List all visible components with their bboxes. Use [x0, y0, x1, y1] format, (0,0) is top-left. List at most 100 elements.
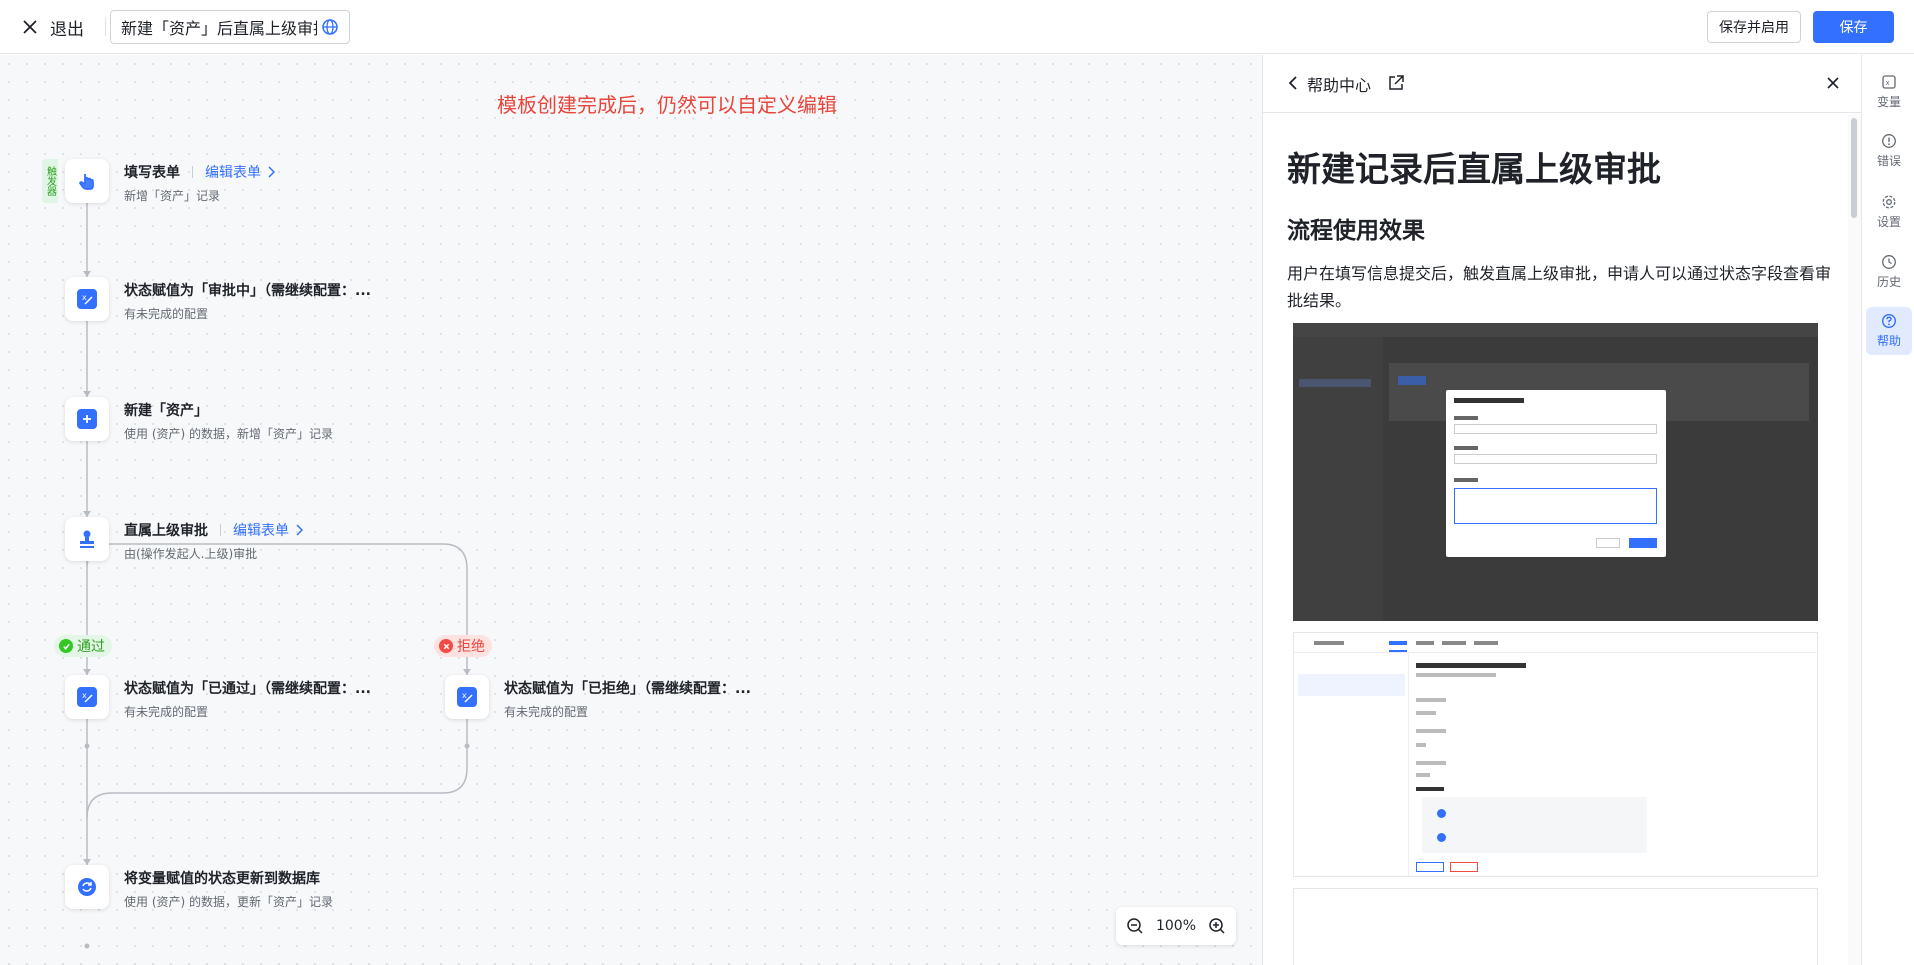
help-subheading: 流程使用效果 — [1287, 218, 1425, 244]
zoom-controls: 100% — [1116, 907, 1236, 945]
rail-item-settings[interactable]: 设置 — [1866, 188, 1912, 236]
zoom-out-icon[interactable] — [1126, 917, 1144, 935]
node-title: 状态赋值为「已拒绝」（需继续配置：... — [504, 681, 751, 697]
node-subtitle: 有未完成的配置 — [124, 705, 209, 719]
svg-text:x: x — [1886, 79, 1890, 87]
template-annotation: 模板创建完成后，仍然可以自定义编辑 — [497, 93, 837, 117]
zoom-in-icon[interactable] — [1208, 917, 1226, 935]
edit-form-label: 编辑表单 — [233, 523, 289, 539]
rail-label: 错误 — [1876, 154, 1901, 168]
variable-assign-icon: x — [82, 293, 93, 305]
node-subtitle: 有未完成的配置 — [504, 705, 589, 719]
external-link-icon[interactable] — [1387, 74, 1405, 92]
node-subtitle: 由(操作发起人.上级)审批 — [124, 547, 258, 561]
help-panel: 帮助中心 新建记录后直属上级审批 流程使用效果 用户在填写信息提交后，触发直属上… — [1262, 55, 1862, 965]
branch-pass-label: 通过 — [77, 639, 105, 655]
gear-icon — [1882, 195, 1896, 209]
hand-pointer-icon — [78, 174, 94, 190]
node-icon-box — [65, 517, 109, 561]
node-subtitle: 使用 (资产) 的数据，更新「资产」记录 — [124, 895, 333, 909]
edit-form-link[interactable]: 编辑表单 — [205, 162, 275, 182]
refresh-icon — [78, 878, 96, 896]
variable-assign-icon: x — [462, 691, 473, 703]
node-subtitle: 使用 (资产) 的数据，新增「资产」记录 — [124, 427, 333, 441]
save-button[interactable]: 保存 — [1813, 11, 1894, 43]
edit-form-link[interactable]: 编辑表单 — [233, 520, 303, 540]
flow-node-manager-approval[interactable]: 直属上级审批 编辑表单 由(操作发起人.上级)审批 — [65, 517, 303, 562]
node-icon-box: x — [65, 277, 109, 321]
svg-text:x: x — [462, 691, 467, 700]
node-icon-box — [65, 159, 109, 203]
back-icon[interactable] — [1283, 73, 1303, 93]
right-rail: x 变量 错误 设置 历史 帮助 — [1861, 55, 1914, 965]
divider — [105, 18, 106, 36]
chevron-right-icon — [268, 166, 275, 178]
node-icon-box — [65, 397, 109, 441]
plus-icon — [83, 415, 91, 423]
trigger-tag: 触发器 — [42, 159, 58, 203]
flow-title-input[interactable]: 新建「资产」后直属上级审批 — [110, 10, 350, 44]
rail-label: 变量 — [1876, 95, 1901, 109]
flow-title-text: 新建「资产」后直属上级审批 — [121, 19, 317, 38]
help-paragraph: 用户在填写信息提交后，触发直属上级审批，申请人可以通过状态字段查看审批结果。 — [1287, 264, 1832, 310]
node-subtitle: 新增「资产」记录 — [124, 189, 221, 203]
globe-icon[interactable] — [321, 18, 339, 36]
clock-icon — [1882, 255, 1896, 269]
stamp-icon — [80, 530, 94, 548]
top-bar: 退出 新建「资产」后直属上级审批 保存并启用 保存 — [0, 0, 1914, 54]
node-title: 状态赋值为「已通过」（需继续配置：... — [124, 681, 371, 697]
node-title: 直属上级审批 — [124, 523, 208, 539]
flow-node-update-database[interactable]: 将变量赋值的状态更新到数据库 使用 (资产) 的数据，更新「资产」记录 — [65, 865, 333, 910]
close-circle-icon — [439, 639, 453, 653]
help-screenshot-approval-detail — [1293, 632, 1818, 877]
rail-item-history[interactable]: 历史 — [1866, 248, 1912, 296]
variable-assign-icon: x — [82, 691, 93, 703]
divider — [220, 524, 221, 536]
help-screenshot-form-modal — [1293, 323, 1818, 621]
node-title: 填写表单 — [124, 165, 180, 181]
rail-item-help[interactable]: 帮助 — [1866, 307, 1912, 355]
node-icon-box — [65, 865, 109, 909]
rail-item-errors[interactable]: 错误 — [1866, 127, 1912, 175]
branch-reject-label: 拒绝 — [457, 639, 485, 655]
flow-node-status-rejected[interactable]: x 状态赋值为「已拒绝」（需继续配置：... 有未完成的配置 — [445, 675, 751, 720]
node-title: 将变量赋值的状态更新到数据库 — [124, 871, 320, 887]
flow-node-status-approving[interactable]: x 状态赋值为「审批中」（需继续配置：... 有未完成的配置 — [65, 277, 371, 322]
save-and-enable-button[interactable]: 保存并启用 — [1707, 11, 1801, 43]
exit-label: 退出 — [50, 19, 84, 40]
node-subtitle: 有未完成的配置 — [124, 307, 209, 321]
svg-text:x: x — [82, 691, 87, 700]
help-content[interactable]: 新建记录后直属上级审批 流程使用效果 用户在填写信息提交后，触发直属上级审批，申… — [1263, 114, 1848, 965]
help-header: 帮助中心 — [1263, 55, 1862, 113]
rail-label: 帮助 — [1876, 334, 1901, 348]
scrollbar-thumb[interactable] — [1851, 118, 1857, 218]
flow-canvas[interactable]: 模板创建完成后，仍然可以自定义编辑 触发器 填写表单 编辑表单 新增「资产」记录 … — [0, 55, 1262, 965]
close-icon — [23, 20, 37, 34]
error-icon — [1882, 134, 1896, 148]
help-screenshot-list — [1293, 888, 1818, 965]
check-icon — [59, 639, 73, 653]
divider — [192, 166, 193, 178]
flow-node-fill-form[interactable]: 填写表单 编辑表单 新增「资产」记录 — [65, 159, 275, 204]
help-title: 帮助中心 — [1307, 76, 1372, 95]
help-heading: 新建记录后直属上级审批 — [1287, 150, 1661, 190]
help-scrollbar[interactable] — [1848, 114, 1862, 965]
node-title: 新建「资产」 — [124, 403, 208, 419]
branch-pass-badge[interactable]: 通过 — [54, 635, 112, 657]
chevron-right-icon — [296, 524, 303, 536]
rail-label: 设置 — [1876, 215, 1901, 229]
edit-form-label: 编辑表单 — [205, 165, 261, 181]
branch-reject-badge[interactable]: 拒绝 — [434, 635, 492, 657]
exit-button[interactable]: 退出 — [20, 14, 84, 40]
variable-icon: x — [1882, 75, 1896, 89]
zoom-level: 100% — [1155, 918, 1197, 934]
flow-node-status-approved[interactable]: x 状态赋值为「已通过」（需继续配置：... 有未完成的配置 — [65, 675, 371, 720]
rail-item-variables[interactable]: x 变量 — [1866, 68, 1912, 116]
node-title: 状态赋值为「审批中」（需继续配置：... — [124, 283, 371, 299]
close-icon[interactable] — [1823, 73, 1843, 93]
node-icon-box: x — [65, 675, 109, 719]
flow-node-create-asset[interactable]: 新建「资产」 使用 (资产) 的数据，新增「资产」记录 — [65, 397, 333, 442]
help-icon — [1881, 313, 1897, 329]
svg-text:x: x — [82, 293, 87, 302]
rail-label: 历史 — [1876, 275, 1901, 289]
